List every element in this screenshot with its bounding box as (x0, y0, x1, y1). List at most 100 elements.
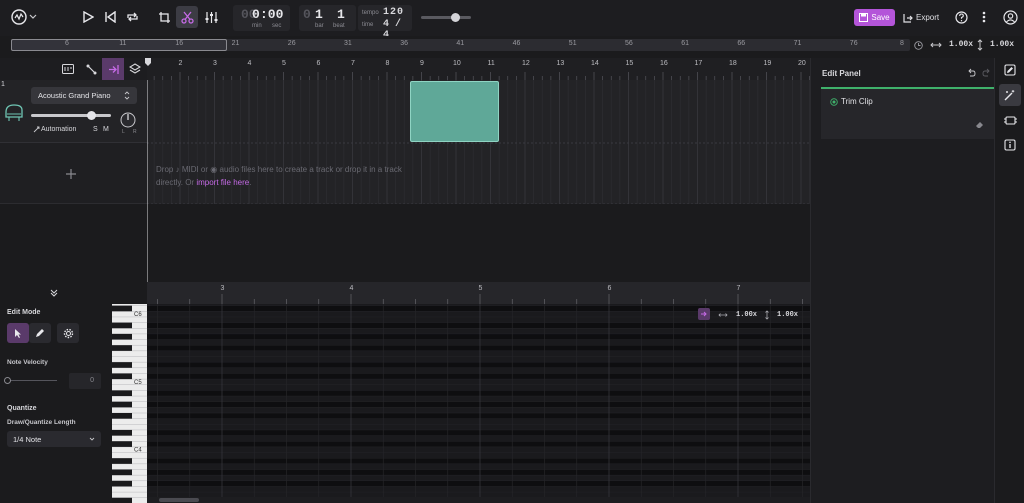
grid-row (147, 373, 810, 380)
arrow-right-icon (701, 311, 707, 317)
settings-button[interactable] (57, 323, 79, 343)
save-icon (859, 13, 869, 22)
connect-button[interactable] (83, 61, 99, 77)
pr-follow-button[interactable] (698, 308, 710, 320)
black-key[interactable] (112, 373, 132, 380)
pan-knob[interactable] (120, 112, 136, 128)
velocity-knob[interactable] (4, 377, 11, 384)
black-key[interactable] (112, 333, 132, 340)
piano-roll-ruler[interactable]: 3 4 5 6 7 (147, 282, 810, 304)
draw-tool-button[interactable] (29, 323, 51, 343)
piano-roll-scrollbar[interactable] (147, 497, 810, 503)
black-key[interactable] (112, 362, 132, 368)
save-button[interactable]: Save (854, 9, 895, 26)
black-key[interactable] (112, 441, 132, 447)
vertical-zoom-icon (977, 39, 983, 51)
automation-toggle[interactable]: Automation (41, 126, 76, 133)
black-key[interactable] (112, 401, 132, 408)
ruler-bar-number: 19 (763, 60, 772, 67)
grid-snap-icon (62, 64, 74, 74)
rail-edit-button[interactable] (999, 59, 1021, 81)
select-tool-button[interactable] (7, 323, 29, 343)
cut-tool-button[interactable] (176, 6, 198, 28)
grid-row (147, 379, 810, 385)
radio-selected-icon[interactable] (830, 98, 838, 106)
connect-icon (86, 64, 96, 74)
app-menu-button[interactable] (9, 6, 39, 28)
min-label: min (252, 23, 262, 29)
piano-keyboard[interactable]: C6 C5 C4 (112, 304, 147, 503)
grid-row (147, 475, 810, 481)
empty-lane (147, 204, 810, 282)
grid-row (147, 322, 810, 329)
scrollbar-thumb[interactable] (159, 498, 199, 502)
black-key[interactable] (112, 429, 132, 436)
redo-icon[interactable] (982, 68, 991, 77)
undo-icon[interactable] (967, 68, 976, 77)
ruler-ticks (153, 72, 810, 80)
track-header[interactable]: 1 Acoustic Grand Piano Automation S M L … (0, 80, 147, 143)
collapse-icon[interactable] (50, 289, 58, 297)
quantize-select[interactable]: 1/4 Note (7, 431, 101, 447)
rail-plugin-button[interactable] (999, 109, 1021, 131)
trim-clip-card[interactable]: Trim Clip (821, 89, 995, 139)
black-key[interactable] (112, 390, 132, 397)
grid-row (147, 424, 810, 430)
black-key[interactable] (112, 458, 132, 464)
import-file-link[interactable]: import file here (196, 178, 249, 187)
snap-button[interactable] (60, 61, 76, 77)
rail-info-button[interactable] (999, 134, 1021, 156)
rail-magic-button[interactable] (999, 84, 1021, 106)
plus-icon (66, 169, 76, 179)
piano-icon (5, 104, 23, 121)
music-note-icon: ♪ (175, 165, 180, 174)
black-key[interactable] (112, 497, 132, 503)
velocity-slider[interactable] (4, 377, 57, 384)
automation-icon (33, 126, 40, 133)
grid-row (147, 367, 810, 374)
ruler-bar-number: 3 (213, 60, 217, 67)
mixer-button[interactable] (200, 6, 222, 28)
grid-row (147, 469, 810, 476)
black-key[interactable] (112, 480, 132, 487)
bar-prefix: 0 (303, 7, 311, 22)
layers-button[interactable] (127, 61, 143, 77)
play-button[interactable] (77, 6, 99, 28)
rewind-button[interactable] (99, 6, 121, 28)
overview-number: 31 (344, 40, 352, 47)
more-menu-button[interactable] (973, 6, 995, 28)
crop-tool-button[interactable] (153, 6, 175, 28)
track-volume-knob[interactable] (86, 111, 96, 120)
mute-button[interactable]: M (103, 126, 109, 133)
export-label: Export (916, 13, 940, 22)
track-volume-slider[interactable] (31, 111, 111, 120)
midi-clip[interactable] (410, 81, 499, 142)
loop-button[interactable] (121, 6, 143, 28)
playhead-marker-icon[interactable] (145, 58, 151, 66)
ruler-bar-number: 4 (247, 60, 252, 67)
black-key[interactable] (112, 469, 132, 476)
master-volume-slider[interactable] (421, 13, 471, 22)
tempo-display[interactable]: tempo 120 time 4 / 4 (358, 5, 412, 41)
black-key[interactable] (112, 305, 132, 312)
piano-roll-grid[interactable]: 1.00x 1.00x (147, 304, 810, 503)
black-key[interactable] (112, 413, 132, 419)
black-key[interactable] (112, 322, 132, 329)
follow-playhead-button[interactable] (102, 58, 124, 80)
help-button[interactable] (950, 6, 972, 28)
account-button[interactable] (999, 6, 1021, 28)
volume-knob[interactable] (451, 13, 460, 22)
cursor-icon (15, 328, 21, 338)
eraser-icon[interactable] (975, 121, 984, 129)
velocity-input[interactable]: 0 (69, 373, 101, 389)
grid-row (147, 458, 810, 464)
export-button[interactable]: Export (903, 9, 945, 26)
pan-left-label: L (122, 129, 125, 135)
black-key[interactable] (112, 345, 132, 351)
timeline-ruler[interactable]: 2 3 4 5 6 7 8 9 10 11 12 13 14 15 16 17 18 19 20 (147, 58, 810, 72)
solo-button[interactable]: S (93, 126, 98, 133)
grid-row (147, 356, 810, 363)
instrument-select[interactable]: Acoustic Grand Piano (31, 87, 137, 104)
piano-keys[interactable]: C6 C5 C4 (112, 304, 147, 503)
add-track-area[interactable] (0, 143, 147, 204)
